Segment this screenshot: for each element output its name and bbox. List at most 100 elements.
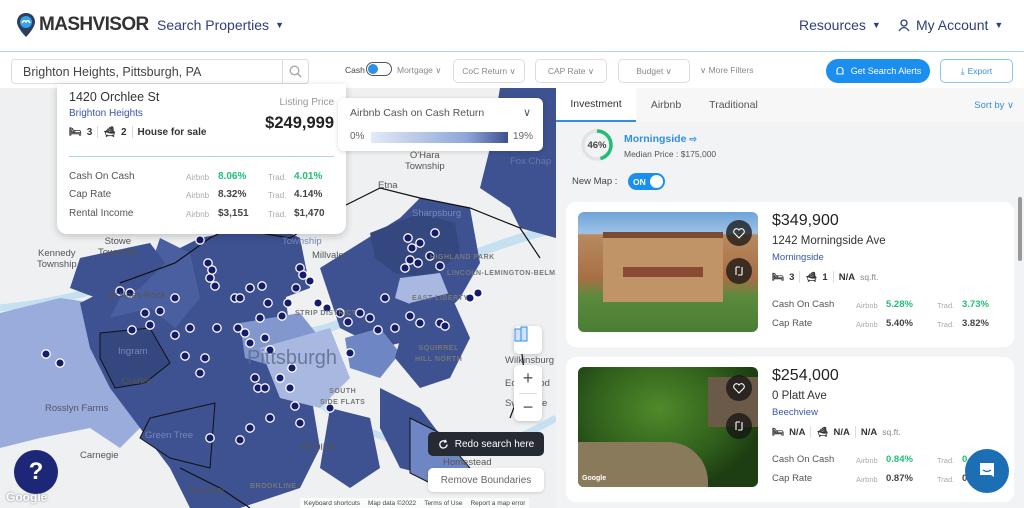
property-marker[interactable] (235, 435, 245, 445)
property-marker[interactable] (240, 328, 250, 338)
listing-card[interactable]: $349,900 1242 Morningside Ave Morningsid… (566, 202, 1014, 347)
listing-photo[interactable] (578, 212, 758, 332)
property-marker[interactable] (295, 418, 305, 428)
more-filters-button[interactable]: ∨ More Filters (700, 65, 753, 76)
property-marker[interactable] (212, 323, 222, 333)
listing-neighborhood[interactable]: Morningside (772, 252, 824, 263)
property-marker[interactable] (180, 351, 190, 361)
property-marker[interactable] (155, 306, 165, 316)
property-marker[interactable] (430, 228, 440, 238)
location-search-input[interactable] (12, 60, 282, 83)
property-marker[interactable] (195, 368, 205, 378)
property-marker[interactable] (440, 321, 450, 331)
keyboard-shortcuts-link[interactable]: Keyboard shortcuts (304, 500, 360, 507)
property-marker[interactable] (185, 323, 195, 333)
listing-photo[interactable]: Google (578, 367, 758, 487)
search-button[interactable] (282, 60, 308, 83)
tab-airbnb[interactable]: Airbnb (636, 88, 696, 122)
get-search-alerts-button[interactable]: Get Search Alerts (826, 59, 930, 83)
property-marker[interactable] (245, 338, 255, 348)
property-address[interactable]: 1420 Orchlee St (69, 90, 159, 104)
property-marker[interactable] (373, 325, 383, 335)
property-marker[interactable] (265, 413, 275, 423)
property-marker[interactable] (41, 349, 51, 359)
property-marker[interactable] (313, 298, 323, 308)
mashvisor-logo[interactable]: MASHVISOR (16, 12, 149, 38)
property-marker[interactable] (283, 298, 293, 308)
property-marker[interactable] (365, 313, 375, 323)
property-marker[interactable] (390, 323, 400, 333)
map-layers-button[interactable] (514, 326, 542, 354)
compare-button[interactable] (726, 258, 752, 284)
property-marker[interactable] (205, 273, 215, 283)
property-marker[interactable] (210, 281, 220, 291)
zoom-in-button[interactable]: + (514, 365, 542, 393)
property-marker[interactable] (260, 333, 270, 343)
listing-address[interactable]: 0 Platt Ave (772, 390, 827, 402)
mortgage-dropdown[interactable]: Mortgage ∨ (397, 65, 442, 76)
chat-button[interactable] (965, 449, 1009, 493)
terms-link[interactable]: Terms of Use (424, 500, 462, 507)
search-properties-menu[interactable]: Search Properties ▼ (157, 17, 284, 33)
favorite-button[interactable] (726, 375, 752, 401)
budget-filter[interactable]: Budget ∨ (618, 59, 690, 83)
property-marker[interactable] (263, 298, 273, 308)
property-marker[interactable] (275, 373, 285, 383)
property-marker[interactable] (343, 317, 353, 327)
property-marker[interactable] (345, 348, 355, 358)
property-marker[interactable] (170, 330, 180, 340)
property-marker[interactable] (205, 433, 215, 443)
zoom-out-button[interactable]: − (514, 394, 542, 422)
property-marker[interactable] (127, 325, 137, 335)
redo-search-button[interactable]: Redo search here (428, 432, 544, 456)
property-marker[interactable] (405, 255, 415, 265)
property-marker[interactable] (400, 263, 410, 273)
property-marker[interactable] (250, 373, 260, 383)
report-error-link[interactable]: Report a map error (470, 500, 525, 507)
export-button[interactable]: ⤓ Export (940, 59, 1013, 83)
results-scrollbar[interactable] (1018, 197, 1022, 261)
listing-card[interactable]: Google $254,000 0 Platt Ave Beechview 🛏︎… (566, 357, 1014, 502)
map-legend[interactable]: Airbnb Cash on Cash Return ∨ 0% 19% (338, 98, 543, 151)
coc-return-filter[interactable]: CoC Return ∨ (453, 59, 525, 83)
property-popup-card[interactable]: 1420 Orchlee St Brighton Heights 🛏︎ 3 🛁︎… (57, 84, 346, 234)
property-marker[interactable] (285, 383, 295, 393)
property-marker[interactable] (255, 313, 265, 323)
property-marker[interactable] (277, 311, 287, 321)
property-marker[interactable] (415, 318, 425, 328)
property-marker[interactable] (245, 283, 255, 293)
tab-investment[interactable]: Investment (556, 88, 636, 122)
property-marker[interactable] (140, 308, 150, 318)
favorite-button[interactable] (726, 220, 752, 246)
property-marker[interactable] (415, 238, 425, 248)
help-button[interactable]: ? (14, 450, 58, 494)
compare-button[interactable] (726, 413, 752, 439)
property-marker[interactable] (245, 423, 255, 433)
property-marker[interactable] (235, 293, 245, 303)
property-marker[interactable] (170, 293, 180, 303)
property-marker[interactable] (305, 276, 315, 286)
listing-neighborhood[interactable]: Beechview (772, 407, 818, 418)
listing-address[interactable]: 1242 Morningside Ave (772, 235, 886, 247)
property-marker[interactable] (298, 270, 308, 280)
property-marker[interactable] (200, 353, 210, 363)
property-marker[interactable] (380, 293, 390, 303)
property-marker[interactable] (207, 265, 217, 275)
remove-boundaries-button[interactable]: Remove Boundaries (428, 468, 544, 492)
neighborhood-link[interactable]: Morningside ⇨ (624, 133, 697, 145)
cash-mortgage-toggle[interactable] (366, 62, 392, 76)
property-marker[interactable] (355, 308, 365, 318)
property-marker[interactable] (405, 311, 415, 321)
property-marker[interactable] (290, 401, 300, 411)
new-map-toggle[interactable]: ON (628, 173, 665, 190)
resources-menu[interactable]: Resources ▼ (799, 17, 881, 33)
property-marker[interactable] (291, 283, 301, 293)
property-marker[interactable] (413, 258, 423, 268)
chevron-down-icon[interactable]: ∨ (523, 106, 531, 119)
property-marker[interactable] (407, 243, 417, 253)
cap-rate-filter[interactable]: CAP Rate ∨ (535, 59, 607, 83)
property-neighborhood-link[interactable]: Brighton Heights (69, 108, 143, 119)
property-marker[interactable] (260, 383, 270, 393)
my-account-menu[interactable]: My Account ▼ (898, 17, 1003, 33)
tab-traditional[interactable]: Traditional (701, 88, 766, 122)
